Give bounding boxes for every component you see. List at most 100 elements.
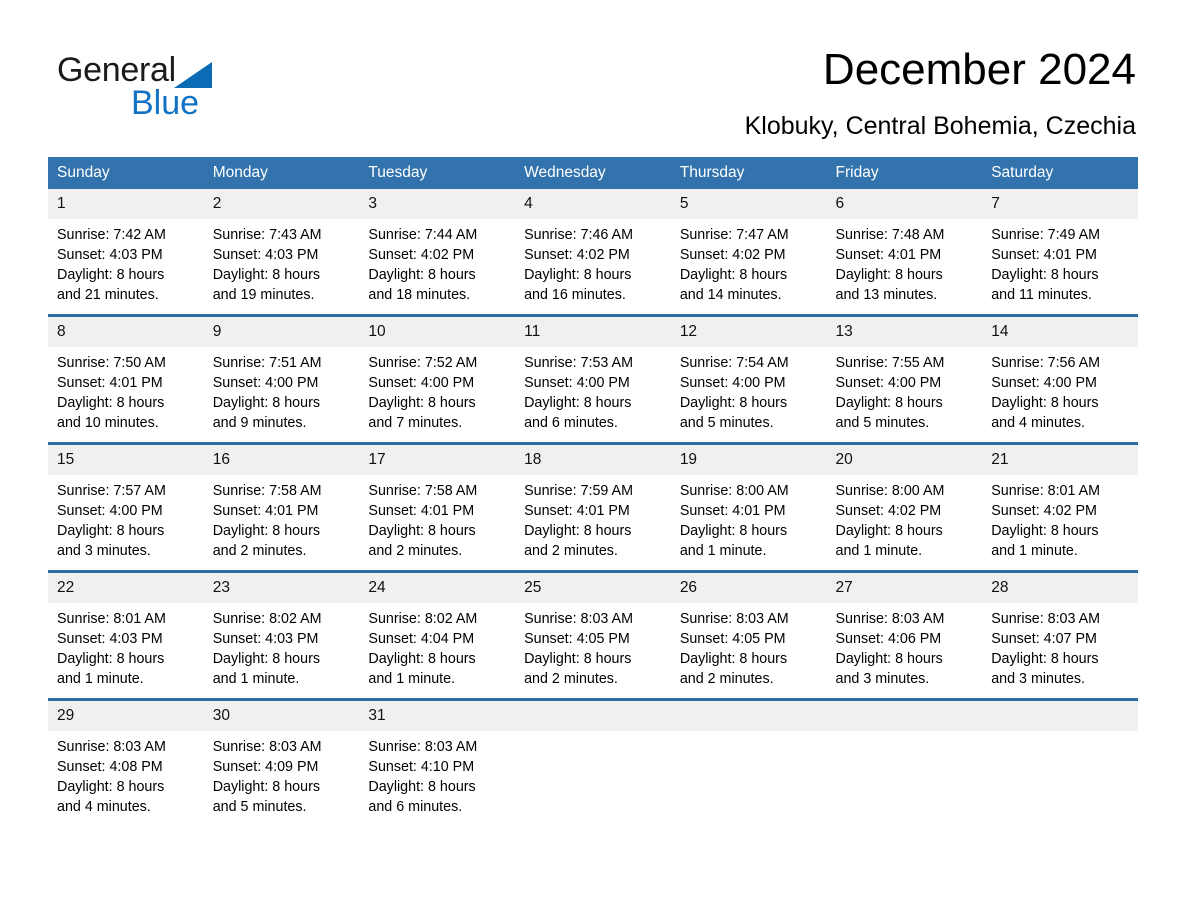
day-sun-info: Sunrise: 7:52 AM Sunset: 4:00 PM Dayligh…	[368, 355, 478, 431]
day-sun-info: Sunrise: 8:03 AM Sunset: 4:05 PM Dayligh…	[524, 611, 633, 687]
page-title: December 2024	[822, 45, 1136, 94]
day-sun-info: Sunrise: 8:03 AM Sunset: 4:09 PM Dayligh…	[212, 739, 322, 815]
calendar-day-cell[interactable]: 20 Sunrise: 8:00 AM Sunset: 4:02 PM Dayli…	[826, 442, 983, 572]
calendar-day-cell[interactable]: 14 Sunrise: 7:56 AM Sunset: 4:00 PM Dayli…	[982, 314, 1138, 444]
calendar-day-cell[interactable]: 16 Sunrise: 7:58 AM Sunset: 4:01 PM Dayli…	[203, 442, 360, 572]
calendar-day-cell[interactable]: 25 Sunrise: 8:03 AM Sunset: 4:05 PM Dayli…	[515, 570, 671, 700]
calendar-day-cell[interactable]: 31 Sunrise: 8:03 AM Sunset: 4:10 PM Dayli…	[359, 698, 516, 826]
day-sun-info: Sunrise: 8:03 AM Sunset: 4:08 PM Dayligh…	[57, 739, 166, 815]
calendar-day-cell[interactable]: 30 Sunrise: 8:03 AM Sunset: 4:09 PM Dayli…	[203, 698, 360, 826]
calendar-day-cell[interactable]: 27 Sunrise: 8:03 AM Sunset: 4:06 PM Dayli…	[826, 570, 983, 700]
calendar-day-cell[interactable]: 24 Sunrise: 8:02 AM Sunset: 4:04 PM Dayli…	[359, 570, 516, 700]
calendar-day-cell[interactable]: 23 Sunrise: 8:02 AM Sunset: 4:03 PM Dayli…	[203, 570, 360, 700]
calendar-day-cell[interactable]: 13 Sunrise: 7:55 AM Sunset: 4:00 PM Dayli…	[826, 314, 983, 444]
weekday-header-saturday: Saturday	[982, 157, 1138, 189]
day-sun-info: Sunrise: 7:55 AM Sunset: 4:00 PM Dayligh…	[835, 355, 945, 431]
weekday-header-wednesday: Wednesday	[515, 157, 671, 189]
logo-blue-text: Blue	[131, 84, 200, 122]
calendar-day-cell[interactable]: 11 Sunrise: 7:53 AM Sunset: 4:00 PM Dayli…	[515, 314, 671, 444]
page-subtitle: Klobuky, Central Bohemia, Czechia	[744, 112, 1136, 140]
day-sun-info: Sunrise: 8:00 AM Sunset: 4:02 PM Dayligh…	[835, 483, 945, 559]
calendar-day-cell-empty	[826, 698, 983, 826]
day-number: 7	[982, 189, 1138, 219]
day-sun-info: Sunrise: 7:56 AM Sunset: 4:00 PM Dayligh…	[991, 355, 1101, 431]
day-sun-info: Sunrise: 7:51 AM Sunset: 4:00 PM Dayligh…	[212, 355, 322, 431]
page-header: General Blue December 2024 Klobuky, Cent…	[0, 0, 1188, 150]
calendar-day-cell[interactable]: 29 Sunrise: 8:03 AM Sunset: 4:08 PM Dayli…	[48, 698, 204, 826]
calendar-day-cell[interactable]: 17 Sunrise: 7:58 AM Sunset: 4:01 PM Dayli…	[359, 442, 516, 572]
calendar-day-cell[interactable]: 28 Sunrise: 8:03 AM Sunset: 4:07 PM Dayli…	[982, 570, 1138, 700]
general-blue-logo[interactable]: General Blue	[57, 50, 377, 130]
day-number: 23	[203, 573, 360, 603]
day-sun-info: Sunrise: 8:03 AM Sunset: 4:10 PM Dayligh…	[368, 739, 478, 815]
calendar-week-row: 8 Sunrise: 7:50 AM Sunset: 4:01 PM Daylig…	[48, 314, 1138, 444]
day-number: 2	[203, 189, 360, 219]
day-number: 31	[359, 701, 516, 731]
day-number: 21	[982, 445, 1138, 475]
day-number: 18	[515, 445, 671, 475]
calendar-day-cell[interactable]: 9 Sunrise: 7:51 AM Sunset: 4:00 PM Daylig…	[203, 314, 360, 444]
day-number: 10	[359, 317, 516, 347]
day-number: 11	[515, 317, 671, 347]
day-sun-info: Sunrise: 8:02 AM Sunset: 4:04 PM Dayligh…	[368, 611, 478, 687]
day-number: 15	[48, 445, 204, 475]
day-sun-info: Sunrise: 7:53 AM Sunset: 4:00 PM Dayligh…	[524, 355, 633, 431]
title-block: December 2024 Klobuky, Central Bohemia, …	[745, 44, 1136, 142]
calendar-day-cell[interactable]: 15 Sunrise: 7:57 AM Sunset: 4:00 PM Dayli…	[48, 442, 204, 572]
calendar-day-cell[interactable]: 19 Sunrise: 8:00 AM Sunset: 4:01 PM Dayli…	[670, 442, 827, 572]
day-sun-info: Sunrise: 8:01 AM Sunset: 4:02 PM Dayligh…	[991, 483, 1101, 559]
day-sun-info: Sunrise: 8:01 AM Sunset: 4:03 PM Dayligh…	[57, 611, 166, 687]
calendar-day-cell[interactable]: 8 Sunrise: 7:50 AM Sunset: 4:01 PM Daylig…	[48, 314, 204, 444]
day-number: 27	[826, 573, 983, 603]
calendar-day-cell[interactable]: 21 Sunrise: 8:01 AM Sunset: 4:02 PM Dayli…	[982, 442, 1138, 572]
calendar-day-cell[interactable]: 7 Sunrise: 7:49 AM Sunset: 4:01 PM Daylig…	[982, 189, 1138, 316]
day-number: 29	[48, 701, 204, 731]
day-sun-info	[515, 731, 671, 737]
logo-top-row: General	[57, 50, 377, 90]
calendar-body: 1 Sunrise: 7:42 AM Sunset: 4:03 PM Daylig…	[48, 189, 1138, 826]
day-number	[982, 701, 1138, 731]
day-sun-info: Sunrise: 7:58 AM Sunset: 4:01 PM Dayligh…	[212, 483, 322, 559]
day-sun-info: Sunrise: 8:03 AM Sunset: 4:05 PM Dayligh…	[679, 611, 789, 687]
calendar-day-cell-empty	[515, 698, 671, 826]
weekday-header-sunday: Sunday	[48, 157, 204, 189]
day-sun-info: Sunrise: 7:43 AM Sunset: 4:03 PM Dayligh…	[212, 227, 322, 303]
calendar-day-cell[interactable]: 18 Sunrise: 7:59 AM Sunset: 4:01 PM Dayli…	[515, 442, 671, 572]
calendar-day-cell[interactable]: 1 Sunrise: 7:42 AM Sunset: 4:03 PM Daylig…	[48, 189, 204, 316]
day-sun-info: Sunrise: 7:59 AM Sunset: 4:01 PM Dayligh…	[524, 483, 633, 559]
calendar-day-cell[interactable]: 26 Sunrise: 8:03 AM Sunset: 4:05 PM Dayli…	[670, 570, 827, 700]
calendar-day-cell[interactable]: 22 Sunrise: 8:01 AM Sunset: 4:03 PM Dayli…	[48, 570, 204, 700]
day-sun-info: Sunrise: 7:54 AM Sunset: 4:00 PM Dayligh…	[679, 355, 789, 431]
weekday-header-monday: Monday	[203, 157, 360, 189]
day-number: 16	[203, 445, 360, 475]
calendar-day-cell[interactable]: 4 Sunrise: 7:46 AM Sunset: 4:02 PM Daylig…	[515, 189, 671, 316]
day-number: 3	[359, 189, 516, 219]
day-sun-info: Sunrise: 7:44 AM Sunset: 4:02 PM Dayligh…	[368, 227, 478, 303]
day-sun-info	[671, 731, 827, 737]
calendar-day-cell[interactable]: 5 Sunrise: 7:47 AM Sunset: 4:02 PM Daylig…	[670, 189, 827, 316]
calendar-week-row: 15 Sunrise: 7:57 AM Sunset: 4:00 PM Dayli…	[48, 442, 1138, 572]
day-sun-info: Sunrise: 8:03 AM Sunset: 4:06 PM Dayligh…	[835, 611, 945, 687]
calendar-week-row: 22 Sunrise: 8:01 AM Sunset: 4:03 PM Dayli…	[48, 570, 1138, 700]
weekday-header-tuesday: Tuesday	[359, 157, 516, 189]
day-sun-info: Sunrise: 8:00 AM Sunset: 4:01 PM Dayligh…	[679, 483, 789, 559]
day-sun-info: Sunrise: 7:47 AM Sunset: 4:02 PM Dayligh…	[679, 227, 789, 303]
day-number: 26	[670, 573, 827, 603]
day-number: 19	[670, 445, 827, 475]
day-number	[670, 701, 827, 731]
calendar-day-cell[interactable]: 2 Sunrise: 7:43 AM Sunset: 4:03 PM Daylig…	[203, 189, 360, 316]
day-number: 1	[48, 189, 204, 219]
day-number	[826, 701, 983, 731]
calendar-day-cell[interactable]: 12 Sunrise: 7:54 AM Sunset: 4:00 PM Dayli…	[670, 314, 827, 444]
day-number: 20	[826, 445, 983, 475]
calendar-day-cell[interactable]: 10 Sunrise: 7:52 AM Sunset: 4:00 PM Dayli…	[359, 314, 516, 444]
day-number: 28	[982, 573, 1138, 603]
day-sun-info: Sunrise: 7:50 AM Sunset: 4:01 PM Dayligh…	[57, 355, 166, 431]
day-number: 4	[515, 189, 671, 219]
calendar-day-cell[interactable]: 3 Sunrise: 7:44 AM Sunset: 4:02 PM Daylig…	[359, 189, 516, 316]
calendar-week-row: 1 Sunrise: 7:42 AM Sunset: 4:03 PM Daylig…	[48, 189, 1138, 316]
weekday-header-row: Sunday Monday Tuesday Wednesday Thursday…	[48, 157, 1138, 189]
calendar-day-cell[interactable]: 6 Sunrise: 7:48 AM Sunset: 4:01 PM Daylig…	[826, 189, 983, 316]
day-number: 6	[826, 189, 983, 219]
day-number: 24	[359, 573, 516, 603]
